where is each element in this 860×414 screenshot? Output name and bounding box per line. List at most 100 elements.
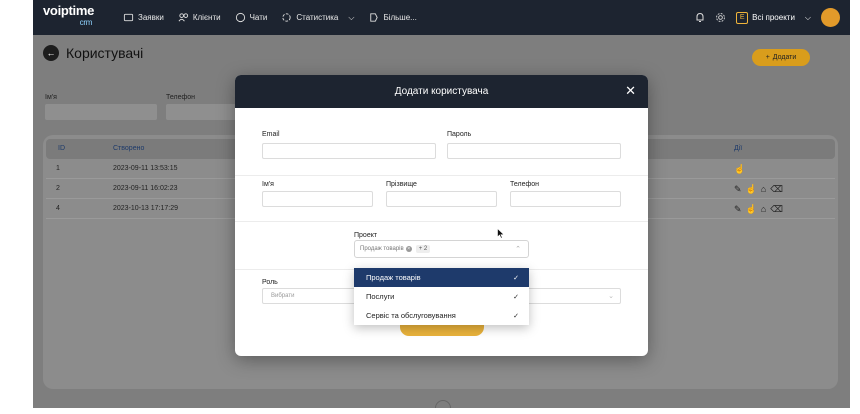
nav-item-more[interactable]: Більше...: [368, 12, 417, 23]
project-label: Проект: [354, 232, 378, 239]
row-actions: ✎ ☝ ⌂ ⌫: [734, 184, 783, 195]
row-actions: ✎ ☝ ⌂ ⌫: [734, 204, 783, 215]
filter-name-input[interactable]: [45, 104, 157, 120]
nav-item-label: Клієнти: [192, 13, 221, 22]
chevron-down-icon: ⌵: [348, 12, 355, 22]
role-label: Роль: [262, 279, 278, 286]
chevron-down-icon: ⌵: [804, 12, 811, 22]
more-count-badge: + 2: [415, 245, 431, 253]
row-actions: ☝: [734, 164, 745, 175]
logo-sub: crm: [79, 18, 93, 27]
col-header-actions: Дії: [734, 145, 743, 152]
nav-item-statistics[interactable]: Статистика ⌵: [281, 12, 354, 23]
back-button[interactable]: ←: [43, 45, 59, 61]
project-switcher-label: Всі проекти: [752, 13, 795, 22]
nav-item-clients[interactable]: Клієнти: [178, 12, 221, 23]
mouse-cursor-icon: [497, 228, 505, 239]
add-user-button[interactable]: + Додати: [752, 49, 810, 66]
edit-icon[interactable]: ✎: [734, 204, 742, 215]
nav-item-label: Більше...: [383, 13, 417, 22]
trash-icon[interactable]: ⌫: [770, 184, 783, 195]
top-right-tools: E Всі проекти ⌵: [695, 0, 840, 35]
dropdown-option[interactable]: Сервіс та обслуговування ✓: [354, 306, 529, 325]
chevron-up-icon: ⌃: [515, 246, 521, 253]
add-button-label: Додати: [772, 54, 797, 61]
password-field[interactable]: [447, 143, 621, 159]
clients-icon: [178, 13, 188, 22]
pointer-icon[interactable]: ☝: [746, 204, 757, 215]
dropdown-option[interactable]: Продаж товарів ✓: [354, 268, 529, 287]
logo-text: voiptime: [43, 3, 95, 18]
avatar[interactable]: [821, 8, 840, 27]
arrow-left-icon: ←: [46, 48, 56, 58]
option-label: Продаж товарів: [366, 273, 421, 282]
cell-created: 2023-10-13 17:17:29: [113, 205, 178, 212]
check-icon: ✓: [513, 274, 519, 282]
tickets-icon: [123, 13, 134, 22]
close-icon[interactable]: ✕: [625, 84, 636, 97]
role-placeholder: Вибрати: [271, 293, 295, 299]
add-user-modal: Додати користувача ✕ Email Пароль Ім'я П…: [235, 75, 648, 356]
project-chip[interactable]: Продаж товарів ×: [360, 246, 412, 252]
cell-id: 1: [56, 165, 60, 172]
scroll-indicator[interactable]: [435, 400, 451, 408]
first-name-field[interactable]: [262, 191, 373, 207]
dropdown-option[interactable]: Послуги ✓: [354, 287, 529, 306]
page-header: ← Користувачі: [43, 45, 143, 61]
divider: [235, 221, 648, 222]
col-header-id[interactable]: ID: [58, 145, 65, 152]
check-icon: ✓: [513, 293, 519, 301]
filter-name-label: Ім'я: [45, 94, 57, 101]
nav-item-tickets[interactable]: Заявки: [123, 12, 164, 23]
project-chip-label: Продаж товарів: [360, 246, 404, 252]
option-label: Сервіс та обслуговування: [366, 311, 456, 320]
email-field[interactable]: [262, 143, 436, 159]
cell-id: 4: [56, 205, 60, 212]
filter-phone-label: Телефон: [166, 94, 196, 101]
phone-label: Телефон: [510, 181, 540, 188]
nav-item-label: Чати: [249, 13, 268, 22]
lock-icon[interactable]: ⌂: [761, 184, 766, 195]
project-switcher[interactable]: E Всі проекти ⌵: [736, 11, 811, 24]
top-navbar: voiptime crm Заявки Клієнти Чати Статист…: [33, 0, 850, 35]
trash-icon[interactable]: ⌫: [770, 204, 783, 215]
main-nav: Заявки Клієнти Чати Статистика ⌵ Більше.…: [123, 0, 417, 35]
cell-id: 2: [56, 185, 60, 192]
edit-icon[interactable]: ✎: [734, 184, 742, 195]
first-name-label: Ім'я: [262, 181, 274, 188]
cell-created: 2023-09-11 16:02:23: [113, 185, 178, 192]
filter-phone-input[interactable]: [166, 104, 246, 120]
nav-item-label: Заявки: [138, 13, 164, 22]
col-header-created[interactable]: Створено: [113, 145, 144, 152]
cell-created: 2023-09-11 13:53:15: [113, 165, 178, 172]
plus-icon: +: [765, 54, 770, 61]
check-icon: ✓: [513, 312, 519, 320]
project-badge: E: [736, 11, 749, 24]
project-dropdown: Продаж товарів ✓ Послуги ✓ Сервіс та обс…: [354, 268, 529, 325]
more-icon: [370, 13, 379, 22]
last-name-label: Прізвище: [386, 181, 417, 188]
password-label: Пароль: [447, 131, 472, 138]
divider: [235, 175, 648, 176]
app-frame: voiptime crm Заявки Клієнти Чати Статист…: [33, 0, 850, 408]
gear-icon[interactable]: [715, 12, 726, 23]
last-name-field[interactable]: [386, 191, 497, 207]
option-label: Послуги: [366, 292, 395, 301]
nav-item-chats[interactable]: Чати: [235, 12, 268, 23]
logo[interactable]: voiptime crm: [43, 3, 95, 29]
project-select[interactable]: Продаж товарів × + 2 ⌃: [354, 240, 529, 258]
chevron-down-icon: ⌄: [608, 293, 614, 300]
lock-icon[interactable]: ⌂: [761, 204, 766, 215]
email-label: Email: [262, 131, 280, 138]
pointer-icon[interactable]: ☝: [746, 184, 757, 195]
nav-item-label: Статистика: [296, 13, 339, 22]
phone-field[interactable]: [510, 191, 621, 207]
modal-header: Додати користувача ✕: [235, 75, 648, 108]
bell-icon[interactable]: [695, 12, 705, 23]
chat-icon: [235, 12, 245, 23]
close-icon[interactable]: ×: [405, 246, 412, 252]
page-title: Користувачі: [66, 45, 144, 61]
stats-icon: [282, 13, 291, 22]
pointer-icon[interactable]: ☝: [734, 164, 745, 175]
modal-title: Додати користувача: [394, 86, 489, 97]
